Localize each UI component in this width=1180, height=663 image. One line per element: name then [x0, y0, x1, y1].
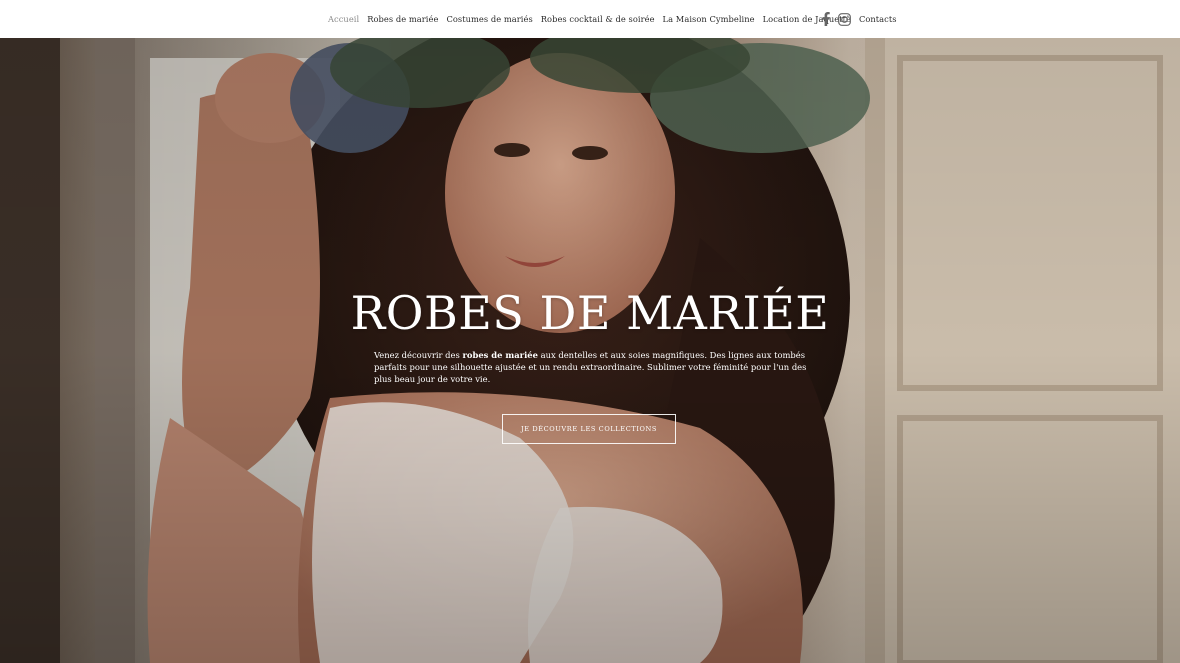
discover-collections-button[interactable]: JE DÉCOUVRE LES COLLECTIONS	[502, 414, 676, 444]
nav-item-accueil[interactable]: Accueil	[328, 14, 359, 24]
hero-description-bold: robes de mariée	[462, 350, 538, 360]
hero-description-prefix: Venez découvrir des	[374, 350, 463, 360]
hero-description: Venez découvrir des robes de mariée aux …	[374, 349, 814, 385]
instagram-icon[interactable]	[838, 11, 851, 27]
nav-item-la-maison-cymbeline[interactable]: La Maison Cymbeline	[663, 14, 755, 24]
top-navigation: Accueil Robes de mariée Costumes de mari…	[0, 0, 1180, 38]
facebook-icon[interactable]	[822, 11, 830, 27]
nav-item-costumes-de-maries[interactable]: Costumes de mariés	[446, 14, 532, 24]
nav-item-contacts[interactable]: Contacts	[859, 14, 897, 24]
nav-item-robes-de-mariee[interactable]: Robes de mariée	[367, 14, 438, 24]
hero-title: ROBES DE MARIÉE	[350, 286, 830, 340]
nav-menu: Accueil Robes de mariée Costumes de mari…	[328, 0, 897, 38]
nav-item-robes-cocktail[interactable]: Robes cocktail & de soirée	[541, 14, 655, 24]
hero-banner: ROBES DE MARIÉE Venez découvrir des robe…	[0, 38, 1180, 663]
